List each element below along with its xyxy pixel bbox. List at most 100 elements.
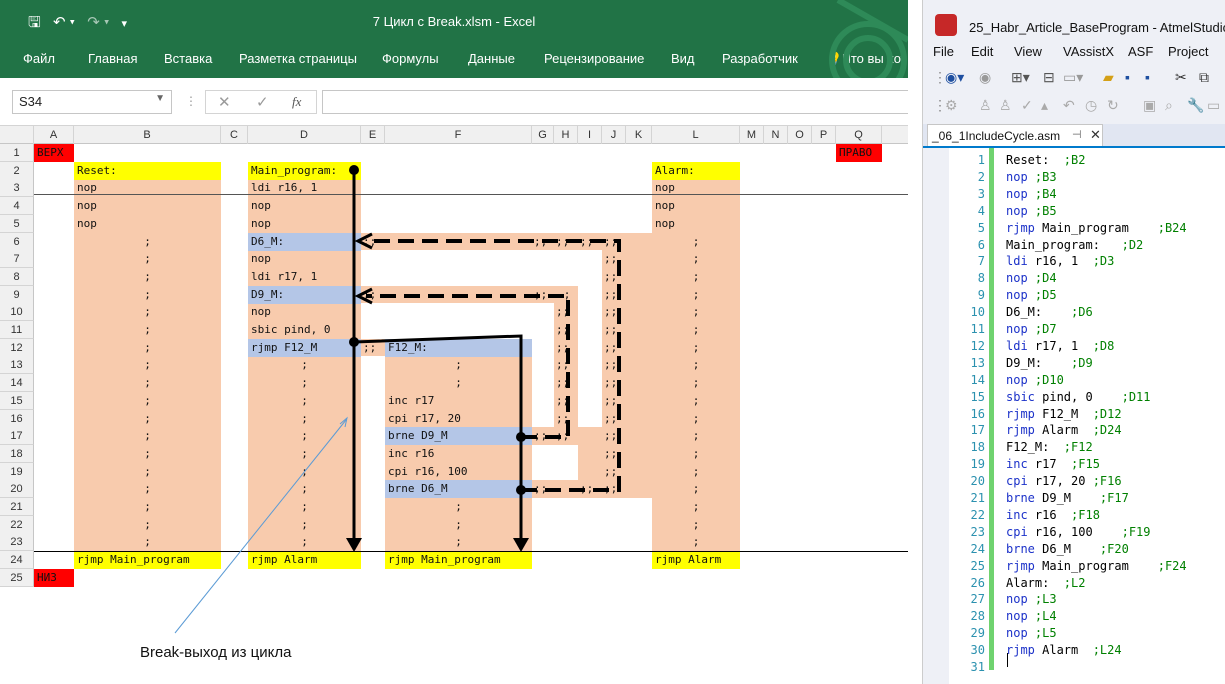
cell-h15[interactable]: ;;: [554, 392, 578, 410]
code-line[interactable]: nop ;B4: [1006, 186, 1057, 203]
code-line[interactable]: D6_M: ;D6: [1006, 304, 1093, 321]
row-header-2[interactable]: 2: [0, 161, 34, 180]
cell-d18[interactable]: ;: [248, 445, 361, 463]
cell-j6[interactable]: ;;: [602, 233, 626, 251]
more-icon[interactable]: ▭: [1207, 97, 1220, 114]
cell-l7[interactable]: ;: [652, 250, 740, 268]
cell-d22[interactable]: ;: [248, 516, 361, 534]
cell-b6[interactable]: ;: [74, 233, 221, 251]
row-header-24[interactable]: 24: [0, 551, 34, 570]
chevron-down-icon[interactable]: ▼: [155, 93, 165, 104]
cell-i20[interactable]: ;;: [578, 480, 602, 498]
row-header-13[interactable]: 13: [0, 356, 34, 375]
code-line[interactable]: nop ;D4: [1006, 270, 1057, 287]
forward-icon[interactable]: ◉: [979, 69, 991, 86]
cell-b7[interactable]: ;: [74, 250, 221, 268]
code-line[interactable]: nop ;D10: [1006, 372, 1064, 389]
tab-formulas[interactable]: Формулы: [382, 51, 439, 66]
cell-d4[interactable]: nop: [248, 197, 361, 215]
column-header-p[interactable]: P: [812, 126, 836, 144]
cell-d24[interactable]: rjmp Alarm: [248, 551, 361, 570]
code-line[interactable]: nop ;L5: [1006, 625, 1057, 642]
code-line[interactable]: nop ;L3: [1006, 591, 1057, 608]
cell-l12[interactable]: ;: [652, 339, 740, 357]
copy-icon[interactable]: ⧉: [1199, 69, 1209, 86]
cell-e12[interactable]: ;;: [361, 339, 385, 357]
cell-b20[interactable]: ;: [74, 480, 221, 498]
cell-g6[interactable]: ;;: [532, 233, 554, 251]
cell-j10[interactable]: ;;: [602, 303, 626, 321]
cell-l13[interactable]: ;: [652, 356, 740, 374]
code-line[interactable]: ldi r16, 1 ;D3: [1006, 253, 1114, 270]
new-project-icon[interactable]: ⊞▾: [1011, 69, 1030, 86]
cell-h6[interactable]: ;;: [554, 233, 578, 251]
row-header-19[interactable]: 19: [0, 462, 34, 481]
cut-icon[interactable]: ✂: [1175, 69, 1187, 86]
cell-f13[interactable]: ;: [385, 356, 532, 374]
code-line[interactable]: nop ;B3: [1006, 169, 1057, 186]
add-existing-icon[interactable]: ▭▾: [1063, 69, 1083, 86]
column-header-q[interactable]: Q: [836, 126, 882, 144]
cell-h11[interactable]: ;;: [554, 321, 578, 339]
cell-d5[interactable]: nop: [248, 215, 361, 233]
cell-l15[interactable]: ;: [652, 392, 740, 410]
column-header-f[interactable]: F: [385, 126, 532, 144]
cell-l5[interactable]: nop: [652, 215, 740, 233]
cell-j18[interactable]: ;;: [602, 445, 626, 463]
cell-l2[interactable]: Alarm:: [652, 161, 740, 180]
code-line[interactable]: D9_M: ;D9: [1006, 355, 1093, 372]
cell-q1[interactable]: ПРАВО: [836, 144, 882, 162]
cell-d21[interactable]: ;: [248, 498, 361, 516]
cell-e6[interactable]: ;;: [361, 233, 385, 251]
cell-d6[interactable]: D6_M:: [248, 232, 361, 251]
cell-d17[interactable]: ;: [248, 427, 361, 445]
column-header-j[interactable]: J: [602, 126, 626, 144]
cell-a1[interactable]: ВЕРХ: [34, 144, 74, 162]
close-icon[interactable]: ✕: [1090, 127, 1101, 143]
row-header-5[interactable]: 5: [0, 214, 34, 233]
cell-b11[interactable]: ;: [74, 321, 221, 339]
code-editor[interactable]: 1 Reset: ;B2 2 nop ;B3 3 nop ;B4 4 nop ;B5 5 rjmp…: [923, 148, 1225, 684]
column-header-b[interactable]: B: [74, 126, 221, 144]
code-line[interactable]: brne D9_M ;F17: [1006, 490, 1129, 507]
code-line[interactable]: rjmp Alarm ;L24: [1006, 642, 1122, 659]
cell-l16[interactable]: ;: [652, 410, 740, 428]
cell-d8[interactable]: ldi r17, 1: [248, 268, 361, 286]
cell-j8[interactable]: ;;: [602, 268, 626, 286]
pin-icon[interactable]: ⊣: [1072, 128, 1082, 141]
cell-l3[interactable]: nop: [652, 179, 740, 197]
cell-l17[interactable]: ;: [652, 427, 740, 445]
cell-l18[interactable]: ;: [652, 445, 740, 463]
cell-l8[interactable]: ;: [652, 268, 740, 286]
device-icon[interactable]: ▣: [1143, 97, 1156, 114]
cell-h13[interactable]: ;;: [554, 356, 578, 374]
code-line[interactable]: nop ;D7: [1006, 321, 1057, 338]
cell-j14[interactable]: ;;: [602, 374, 626, 392]
code-line[interactable]: cpi r17, 20 ;F16: [1006, 473, 1122, 490]
row-header-9[interactable]: 9: [0, 285, 34, 304]
code-line[interactable]: rjmp Main_program ;B24: [1006, 220, 1187, 237]
cell-l21[interactable]: ;: [652, 498, 740, 516]
add-item-icon[interactable]: ⊟: [1043, 69, 1055, 86]
cell-j15[interactable]: ;;: [602, 392, 626, 410]
person-2-icon[interactable]: ♙: [999, 97, 1012, 114]
cell-b9[interactable]: ;: [74, 286, 221, 304]
cell-l4[interactable]: nop: [652, 197, 740, 215]
cell-l19[interactable]: ;: [652, 463, 740, 481]
column-header-h[interactable]: H: [554, 126, 578, 144]
cell-d15[interactable]: ;: [248, 392, 361, 410]
cell-b4[interactable]: nop: [74, 197, 221, 215]
row-header-12[interactable]: 12: [0, 338, 34, 357]
history-icon[interactable]: ◷: [1085, 97, 1097, 114]
row-header-14[interactable]: 14: [0, 374, 34, 393]
undo-icon[interactable]: ↶: [1063, 97, 1075, 114]
save-icon[interactable]: ▪: [1125, 69, 1130, 85]
cell-j16[interactable]: ;;: [602, 410, 626, 428]
row-header-6[interactable]: 6: [0, 232, 34, 251]
cell-b10[interactable]: ;: [74, 303, 221, 321]
cell-a25[interactable]: НИЗ: [34, 568, 74, 587]
cell-b13[interactable]: ;: [74, 356, 221, 374]
cell-b2[interactable]: Reset:: [74, 161, 221, 180]
code-line[interactable]: brne D6_M ;F20: [1006, 541, 1129, 558]
tab-home[interactable]: Главная: [88, 51, 137, 66]
